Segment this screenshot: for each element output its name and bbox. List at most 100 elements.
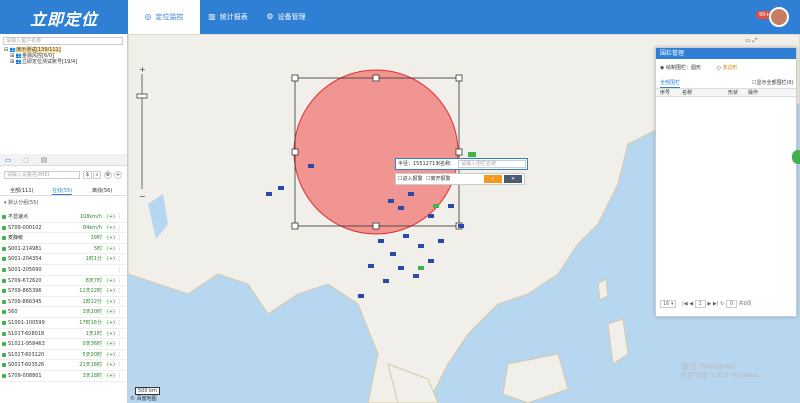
customer-search-input[interactable]: 请输入客户名称 (3, 37, 123, 45)
avatar[interactable] (769, 7, 789, 27)
vehicle-action[interactable]: (+) (107, 254, 115, 265)
tab-location-monitor[interactable]: ◎ 定位监控 (128, 0, 200, 34)
vehicle-status: 0天36时 (82, 341, 102, 348)
vehicle-action[interactable]: (+) (107, 276, 115, 287)
vehicle-row[interactable]: S001-205690 ⋮ (0, 265, 126, 276)
vehicle-action[interactable]: (+) (107, 244, 115, 255)
vehicle-row[interactable]: S709-865396 11天22时 (+) ⋮ (0, 286, 126, 297)
device-search-input[interactable]: 请输入设备名/IMEI (4, 171, 80, 179)
vehicle-action[interactable]: (+) (107, 360, 115, 371)
vehicle-action[interactable]: (+) (107, 318, 115, 329)
alarm-icon[interactable]: ◌ (20, 156, 32, 165)
more-icon[interactable]: ⋮ (117, 276, 122, 287)
tab-all-fences[interactable]: 全部围栏 (660, 79, 681, 88)
vehicle-action[interactable]: (+) (107, 223, 115, 234)
filter-offline[interactable]: 离线(56) (92, 187, 112, 194)
group-label[interactable]: ▾ 默认分组(55) (4, 199, 38, 206)
more-icon[interactable]: ⋮ (117, 339, 122, 350)
chart-icon: ▥ (208, 12, 216, 21)
vehicle-row[interactable]: S1001-100599 17时16分 (+) ⋮ (0, 318, 126, 329)
vehicle-name: 麦静敏 (8, 235, 24, 242)
vehicle-list: 不显速点 108km/h (+) ⋮ S709-000102 84km/h (+) ⋮ 麦静敏 3… (0, 212, 126, 382)
vehicle-row[interactable]: S101T-603120 5天20时 (+) ⋮ (0, 350, 126, 361)
more-icon[interactable]: ⋮ (117, 371, 122, 382)
more-icon[interactable]: ⋮ (117, 360, 122, 371)
more-icon[interactable]: ⋮ (117, 212, 122, 223)
goto-input[interactable]: 0 (725, 300, 737, 308)
vehicle-status: 1时22分 (82, 298, 102, 305)
next-page-button[interactable]: ▶ (707, 301, 711, 307)
island-taiwan (597, 278, 609, 301)
car-icon (2, 310, 6, 315)
more-icon[interactable]: ⋮ (117, 244, 122, 255)
vehicle-row[interactable]: 560 3天20时 (+) ⋮ (0, 307, 126, 318)
search-button[interactable]: $ (83, 171, 92, 179)
car-icon (2, 257, 6, 262)
page-size-select[interactable]: 16 ▾ (660, 300, 677, 308)
more-icon[interactable]: ⋮ (117, 297, 122, 308)
first-page-button[interactable]: |◀ (682, 301, 688, 307)
add-icon[interactable]: + (114, 171, 122, 179)
vehicle-row[interactable]: S709-866345 1时22分 (+) ⋮ (0, 297, 126, 308)
vehicle-row[interactable]: 麦静敏 39时 (+) ⋮ (0, 233, 126, 244)
vehicle-row[interactable]: S1021-958463 0天36时 (+) ⋮ (0, 339, 126, 350)
fence-toolbar: ☐进入报警 ☐离开报警 ✓ ✕ (395, 173, 525, 185)
vehicle-action[interactable]: (+) (107, 297, 115, 308)
car-icon (2, 215, 6, 219)
cancel-button[interactable]: ✕ (504, 175, 522, 183)
vehicle-action[interactable]: (+) (107, 350, 115, 361)
vehicle-action[interactable]: (+) (107, 329, 115, 340)
page-input[interactable]: 1 (694, 300, 706, 308)
vehicle-marker (368, 264, 374, 268)
more-icon[interactable]: ⋮ (117, 318, 122, 329)
more-icon[interactable]: ⋮ (117, 286, 122, 297)
filter-online[interactable]: 在线(55) (52, 187, 73, 195)
vehicle-row[interactable]: S101T-608018 1天1时 (+) ⋮ (0, 329, 126, 340)
vehicle-name: S101T-603120 (8, 351, 45, 358)
vehicle-action[interactable]: (+) (107, 286, 115, 297)
vehicle-status: 5时 (93, 245, 102, 252)
side-expand-button[interactable] (792, 150, 800, 164)
more-icon[interactable]: ⋮ (117, 307, 122, 318)
more-icon[interactable]: ⋮ (117, 329, 122, 340)
last-page-button[interactable]: ▶| (713, 301, 719, 307)
more-icon[interactable]: ⋮ (117, 223, 122, 234)
enter-alarm-checkbox[interactable]: ☐进入报警 (398, 174, 423, 184)
vehicle-row[interactable]: S001-204354 1时1分 (+) ⋮ (0, 254, 126, 265)
zoom-in-icon: + (139, 65, 146, 74)
more-icon[interactable]: ⋮ (117, 254, 122, 265)
vehicle-row[interactable]: S001-214981 5时 (+) ⋮ (0, 244, 126, 255)
monitor-icon[interactable]: ▭ (2, 156, 14, 165)
vehicle-action[interactable]: (+) (107, 371, 115, 382)
fence-name-input[interactable]: 请输入围栏名称 (458, 160, 526, 168)
refresh-icon[interactable]: ↻ (720, 301, 724, 307)
more-icon[interactable]: ⋮ (117, 265, 122, 276)
settings-icon[interactable]: ⚙ (104, 171, 112, 179)
tree-item-test-account[interactable]: ⊞ 👥立即定位测试账号[19/4] (4, 59, 77, 65)
more-icon[interactable]: ⋮ (117, 350, 122, 361)
vehicle-action[interactable]: (+) (107, 233, 115, 244)
tab-statistics[interactable]: ▥ 统计报表 (200, 0, 256, 34)
list-icon[interactable]: ▤ (38, 156, 50, 165)
show-all-fences-checkbox[interactable]: ☐显示全部围栏(0) (752, 79, 794, 86)
more-icon[interactable]: ⋮ (117, 233, 122, 244)
vehicle-action[interactable]: (+) (107, 307, 115, 318)
map-tools[interactable]: ▭ ⤢ (745, 37, 796, 45)
search-icon[interactable]: ⌕ (93, 171, 101, 179)
radio-circle[interactable]: ◉ 绘制围栏：圆形 (660, 65, 701, 71)
vehicle-row[interactable]: S709-672620 8天7时 (+) ⋮ (0, 276, 126, 287)
vehicle-row[interactable]: S709-000102 84km/h (+) ⋮ (0, 223, 126, 234)
leave-alarm-checkbox[interactable]: ☐离开报警 (426, 174, 451, 184)
confirm-button[interactable]: ✓ (484, 175, 502, 183)
car-icon (2, 363, 6, 368)
vehicle-marker (428, 259, 434, 263)
prev-page-button[interactable]: ◀ (689, 301, 693, 307)
vehicle-row[interactable]: 不显速点 108km/h (+) ⋮ (0, 212, 126, 223)
vehicle-row[interactable]: S709-008801 3天18时 (+) ⋮ (0, 371, 126, 382)
radio-polygon[interactable]: ○ 多边形 (717, 65, 738, 71)
vehicle-action[interactable]: (+) (107, 339, 115, 350)
vehicle-row[interactable]: S001T-603526 21天18时 (+) ⋮ (0, 360, 126, 371)
filter-all[interactable]: 全部(111) (10, 187, 33, 194)
tab-device-management[interactable]: ⚙ 设备管理 (256, 0, 316, 34)
vehicle-action[interactable]: (+) (107, 212, 115, 223)
